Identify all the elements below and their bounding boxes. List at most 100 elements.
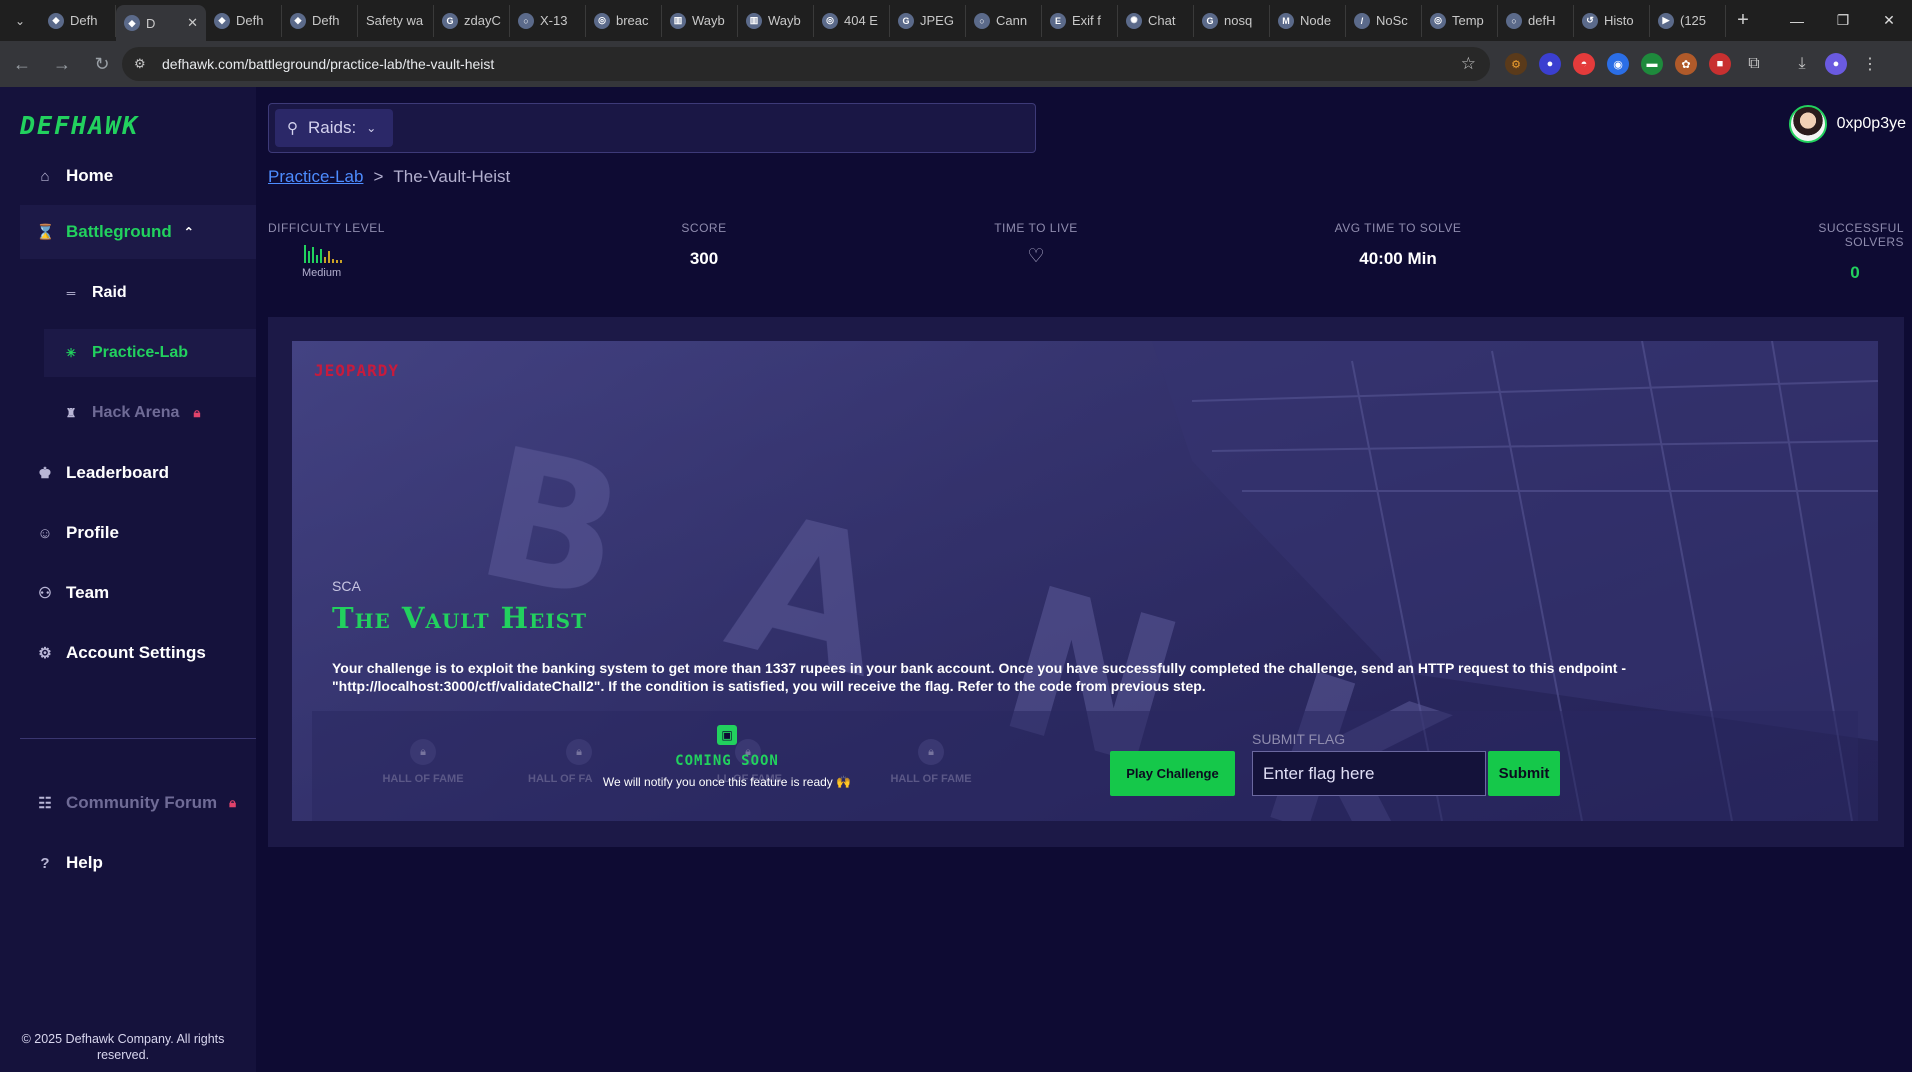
stat-avg-time: AVG TIME TO SOLVE 40:00 Min (1330, 221, 1466, 269)
browser-tab[interactable]: ◎ Temp (1422, 4, 1498, 37)
tab-label: Wayb (692, 13, 725, 28)
browser-tab[interactable]: / NoSc (1346, 4, 1422, 37)
flag-input[interactable] (1252, 751, 1486, 796)
sidebar-item-team[interactable]: ⚇ Team (20, 569, 256, 617)
browser-tab[interactable]: ○ X-13 (510, 4, 586, 37)
browser-tab[interactable]: E Exif f (1042, 4, 1118, 37)
new-tab-button[interactable]: + (1726, 9, 1760, 32)
sidebar-item-community-forum[interactable]: ☷ Community Forum 🔒︎ (20, 779, 256, 827)
challenge-category: SCA (332, 578, 361, 594)
user-menu[interactable]: 0xp0p3ye (1788, 105, 1906, 143)
restore-icon[interactable]: ❐ (1820, 0, 1866, 41)
download-icon[interactable]: ⤓ (1791, 53, 1813, 75)
browser-tab[interactable]: ◎ breac (586, 4, 662, 37)
minimize-icon[interactable]: — (1774, 0, 1820, 41)
search-bar[interactable]: ⚲ Raids: ⌄ (268, 103, 1036, 153)
youtube-icon: ▶ (1658, 12, 1674, 29)
stat-time-to-live: TIME TO LIVE ♡ (986, 221, 1086, 268)
feather-icon: / (1354, 12, 1370, 29)
site-info-icon[interactable]: ⚙ (134, 56, 156, 72)
stat-score: SCORE 300 (664, 221, 744, 269)
sidebar-item-account-settings[interactable]: ⚙ Account Settings (20, 629, 256, 677)
back-icon[interactable]: ← (4, 46, 40, 82)
tab-label: NoSc (1376, 13, 1408, 28)
profile-icon[interactable]: ● (1825, 53, 1847, 75)
sidebar-item-label: Hack Arena (92, 404, 180, 421)
tab-label: Chat (1148, 13, 1176, 28)
user-icon: ☺ (37, 524, 53, 542)
browser-tab[interactable]: ◆ Defh (282, 4, 358, 37)
browser-tab[interactable]: ✺ Chat (1118, 4, 1194, 37)
google-icon: G (898, 12, 914, 29)
breadcrumb-link-practice-lab[interactable]: Practice-Lab (268, 167, 363, 187)
raid-icon: ═ (66, 286, 76, 300)
globe-icon: ◎ (1430, 12, 1446, 29)
raids-dropdown[interactable]: ⚲ Raids: ⌄ (275, 109, 393, 147)
browser-tab[interactable]: ▥ Wayb (662, 4, 738, 37)
coming-soon-title: COMING SOON (675, 753, 779, 769)
sidebar-item-label: Account Settings (66, 643, 206, 662)
browser-tab[interactable]: ▥ Wayb (738, 4, 814, 37)
puzzle-icon[interactable]: ⧉ (1743, 53, 1765, 75)
pokeball-icon[interactable]: ◓ (1573, 53, 1595, 75)
browser-tab[interactable]: ▶ (125 (1650, 4, 1726, 37)
cookie-icon[interactable]: ✿ (1675, 53, 1697, 75)
tab-search-button[interactable]: ⌄ (0, 0, 40, 41)
browser-tab[interactable]: Safety wa (358, 4, 434, 37)
sidebar-item-help[interactable]: ? Help (20, 839, 256, 887)
browser-tab[interactable]: GzdayC (434, 4, 510, 37)
browser-tab[interactable]: ◆ D ✕ (116, 5, 206, 41)
tab-label: JPEG (920, 13, 954, 28)
google-icon: G (442, 12, 458, 29)
tab-label: Wayb (768, 13, 801, 28)
extension-icon[interactable]: ▬ (1641, 53, 1663, 75)
extension-icon[interactable]: ◉ (1607, 53, 1629, 75)
tab-label: Node (1300, 13, 1332, 28)
browser-tab[interactable]: ◎ 404 E (814, 4, 890, 37)
bookmark-star-icon[interactable]: ☆ (1461, 54, 1476, 74)
sidebar-item-hack-arena[interactable]: ♜ Hack Arena 🔒︎ (44, 389, 256, 437)
play-challenge-button[interactable]: Play Challenge (1110, 751, 1235, 796)
submit-flag-label: SUBMIT FLAG (1252, 731, 1346, 747)
medium-icon: M (1278, 12, 1294, 29)
submit-flag-button[interactable]: Submit (1488, 751, 1560, 796)
extension-icon[interactable]: ● (1539, 53, 1561, 75)
forward-icon[interactable]: → (44, 46, 80, 82)
coming-soon-overlay: ▣ COMING SOON We will notify you once th… (562, 725, 892, 789)
tab-label: Defh (70, 13, 98, 28)
sidebar-item-practice-lab[interactable]: ✳ Practice-Lab (44, 329, 256, 377)
extension-icon[interactable]: ⚙ (1505, 53, 1527, 75)
extension-icon[interactable]: ■ (1709, 53, 1731, 75)
close-tab-icon[interactable]: ✕ (187, 15, 198, 31)
difficulty-value: Medium (302, 267, 342, 279)
openai-icon: ✺ (1126, 12, 1142, 29)
browser-tab[interactable]: M Node (1270, 4, 1346, 37)
browser-tab[interactable]: ◆ Defh (40, 4, 116, 37)
extensions-bar: ⚙ ● ◓ ◉ ▬ ✿ ■ ⧉ ⤓ ● ⋮ (1505, 49, 1881, 79)
avatar[interactable] (1788, 105, 1827, 143)
browser-tab[interactable]: ○ Cann (966, 4, 1042, 37)
main-content: ⚲ Raids: ⌄ 0xp0p3ye Practice-Lab > The-V… (256, 87, 1912, 1072)
tab-label: zdayC (464, 13, 501, 28)
sidebar-item-label: Leaderboard (66, 463, 169, 482)
logo[interactable]: DEFHAWK (20, 111, 139, 140)
sidebar-item-raid[interactable]: ═ Raid (44, 269, 256, 317)
browser-tab[interactable]: ↺ Histo (1574, 4, 1650, 37)
url-field[interactable]: ⚙ defhawk.com/battleground/practice-lab/… (122, 47, 1490, 81)
reload-icon[interactable]: ↻ (84, 46, 120, 82)
browser-tab[interactable]: G JPEG (890, 4, 966, 37)
tab-label: Defh (236, 13, 264, 28)
tab-label: Histo (1604, 13, 1634, 28)
browser-tab[interactable]: ○ defH (1498, 4, 1574, 37)
sidebar-item-battleground[interactable]: ⌛ Battleground ⌃ (20, 205, 256, 259)
stat-label: SUCCESSFUL SOLVERS (1818, 221, 1904, 249)
browser-tab[interactable]: Gnosq (1194, 4, 1270, 37)
menu-icon[interactable]: ⋮ (1859, 53, 1881, 75)
breadcrumb-current: The-Vault-Heist (393, 167, 511, 186)
sidebar-item-home[interactable]: ⌂ Home (20, 152, 256, 200)
sidebar-item-leaderboard[interactable]: ♚ Leaderboard (20, 449, 256, 497)
browser-tab[interactable]: ◆ Defh (206, 4, 282, 37)
close-window-icon[interactable]: ✕ (1866, 0, 1912, 41)
username: 0xp0p3ye (1836, 115, 1906, 132)
sidebar-item-profile[interactable]: ☺ Profile (20, 509, 256, 557)
